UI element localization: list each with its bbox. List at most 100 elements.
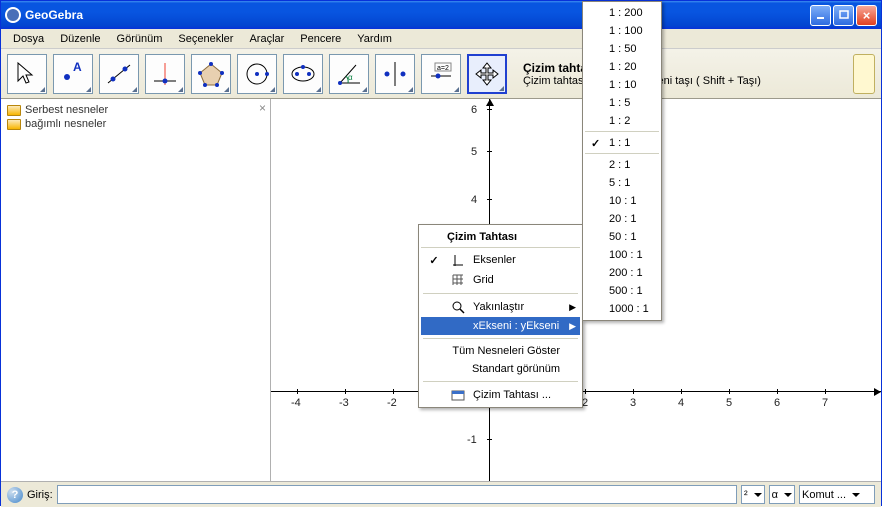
tool-line[interactable] [99, 54, 139, 94]
ctx-show-all[interactable]: Tüm Nesneleri Göster [421, 342, 580, 360]
tool-perpendicular[interactable] [145, 54, 185, 94]
tool-conic[interactable] [283, 54, 323, 94]
greek-select[interactable]: α [769, 485, 795, 504]
ctx-label: Standart görünüm [472, 363, 560, 375]
x-tick-label: -3 [339, 397, 349, 409]
x-tick-label: 6 [774, 397, 780, 409]
grid-icon [449, 273, 467, 287]
ctx-label: Yakınlaştır [473, 301, 524, 313]
ratio-item[interactable]: 1 : 100 [585, 22, 659, 40]
maximize-button[interactable] [833, 5, 854, 26]
svg-text:A: A [73, 60, 82, 74]
tool-circle[interactable] [237, 54, 277, 94]
close-button[interactable]: × [856, 5, 877, 26]
svg-text:α: α [348, 73, 353, 82]
tool-reflect[interactable] [375, 54, 415, 94]
titlebar[interactable]: GeoGebra × [1, 1, 881, 29]
y-tick-label: 5 [471, 146, 477, 158]
svg-text:a=2: a=2 [437, 65, 449, 72]
axes-icon [449, 253, 467, 267]
tool-move[interactable] [7, 54, 47, 94]
ctx-properties[interactable]: Çizim Tahtası ... [421, 385, 580, 405]
folder-label: Serbest nesneler [25, 104, 108, 116]
chevron-down-icon [784, 493, 792, 497]
ratio-item[interactable]: 1 : 2 [585, 112, 659, 132]
menu-file[interactable]: Dosya [5, 31, 52, 47]
drawing-canvas[interactable]: -4 -3 -2 -1 1 2 3 4 5 6 7 4 5 6 -1 Çizim… [271, 99, 881, 481]
command-input[interactable] [57, 485, 737, 504]
ctx-grid[interactable]: Grid [421, 270, 580, 290]
ctx-label: Grid [473, 274, 494, 286]
ratio-item[interactable]: 100 : 1 [585, 246, 659, 264]
statusbar: ? Giriş: ² α Komut ... [1, 481, 881, 507]
app-title: GeoGebra [25, 8, 83, 22]
tool-slider[interactable]: a=2 [421, 54, 461, 94]
help-icon[interactable]: ? [7, 487, 23, 503]
menu-help[interactable]: Yardım [349, 31, 400, 47]
context-menu-title: Çizim Tahtası [421, 227, 580, 248]
command-select[interactable]: Komut ... [799, 485, 875, 504]
menu-view[interactable]: Görünüm [109, 31, 171, 47]
ratio-item[interactable]: 2 : 1 [585, 156, 659, 174]
ratio-item[interactable]: 1 : 10 [585, 76, 659, 94]
sidebar-close-icon[interactable]: × [259, 101, 266, 115]
menu-edit[interactable]: Düzenle [52, 31, 108, 47]
x-tick-label: 7 [822, 397, 828, 409]
folder-dependent[interactable]: bağımlı nesneler [7, 117, 264, 131]
context-menu: Çizim Tahtası Eksenler Grid Yakınlaştır [418, 224, 583, 408]
ratio-item[interactable]: 50 : 1 [585, 228, 659, 246]
ratio-item[interactable]: 200 : 1 [585, 264, 659, 282]
ratio-item[interactable]: 1 : 200 [585, 4, 659, 22]
y-tick-label: -1 [467, 434, 477, 446]
ctx-axes[interactable]: Eksenler [421, 250, 580, 270]
undo-redo-box[interactable] [853, 54, 875, 94]
folder-icon [7, 105, 21, 116]
x-tick-label: -4 [291, 397, 301, 409]
folder-icon [7, 119, 21, 130]
ratio-item[interactable]: 1 : 20 [585, 58, 659, 76]
ratio-item[interactable]: 1 : 5 [585, 94, 659, 112]
zoom-icon [449, 300, 467, 314]
y-tick-label: 6 [471, 104, 477, 116]
tool-angle[interactable]: α [329, 54, 369, 94]
ratio-item[interactable]: 500 : 1 [585, 282, 659, 300]
ratio-item[interactable]: 5 : 1 [585, 174, 659, 192]
ratio-item[interactable]: 1 : 50 [585, 40, 659, 58]
ratio-submenu: 1 : 200 1 : 100 1 : 50 1 : 20 1 : 10 1 :… [582, 1, 662, 321]
menu-options[interactable]: Seçenekler [170, 31, 241, 47]
ratio-item[interactable]: 20 : 1 [585, 210, 659, 228]
chevron-down-icon [852, 493, 860, 497]
menubar: Dosya Düzenle Görünüm Seçenekler Araçlar… [1, 29, 881, 49]
properties-icon [449, 388, 467, 402]
app-window: GeoGebra × Dosya Düzenle Görünüm Seçenek… [0, 0, 882, 506]
exponent-select[interactable]: ² [741, 485, 765, 504]
toolbar: A α a=2 Çizim tahtasını taşı Çizim tahta… [1, 49, 881, 99]
ratio-item-selected[interactable]: 1 : 1 [585, 134, 659, 154]
menu-tools[interactable]: Araçlar [241, 31, 292, 47]
y-tick-label: 4 [471, 194, 477, 206]
tool-move-view[interactable] [467, 54, 507, 94]
ctx-axes-ratio[interactable]: xEkseni : yEkseni ▶ [421, 317, 580, 335]
ctx-standard-view[interactable]: Standart görünüm [421, 360, 580, 378]
ratio-item[interactable]: 1000 : 1 [585, 300, 659, 318]
tool-point[interactable]: A [53, 54, 93, 94]
folder-free[interactable]: Serbest nesneler [7, 103, 264, 117]
chevron-right-icon: ▶ [569, 321, 576, 332]
ctx-label: Tüm Nesneleri Göster [452, 345, 560, 357]
ratio-item[interactable]: 10 : 1 [585, 192, 659, 210]
ctx-label: Çizim Tahtası ... [473, 389, 551, 401]
chevron-right-icon: ▶ [569, 302, 576, 313]
x-tick-label: -2 [387, 397, 397, 409]
ctx-label: xEkseni : yEkseni [473, 320, 559, 332]
input-label: Giriş: [27, 489, 53, 501]
menu-window[interactable]: Pencere [292, 31, 349, 47]
algebra-sidebar: × Serbest nesneler bağımlı nesneler [1, 99, 271, 481]
ctx-zoom[interactable]: Yakınlaştır ▶ [421, 297, 580, 317]
minimize-button[interactable] [810, 5, 831, 26]
check-icon [425, 254, 443, 267]
app-icon [5, 7, 21, 23]
tool-polygon[interactable] [191, 54, 231, 94]
x-tick-label: 3 [630, 397, 636, 409]
workarea: × Serbest nesneler bağımlı nesneler -4 -… [1, 99, 881, 481]
folder-label: bağımlı nesneler [25, 118, 106, 130]
